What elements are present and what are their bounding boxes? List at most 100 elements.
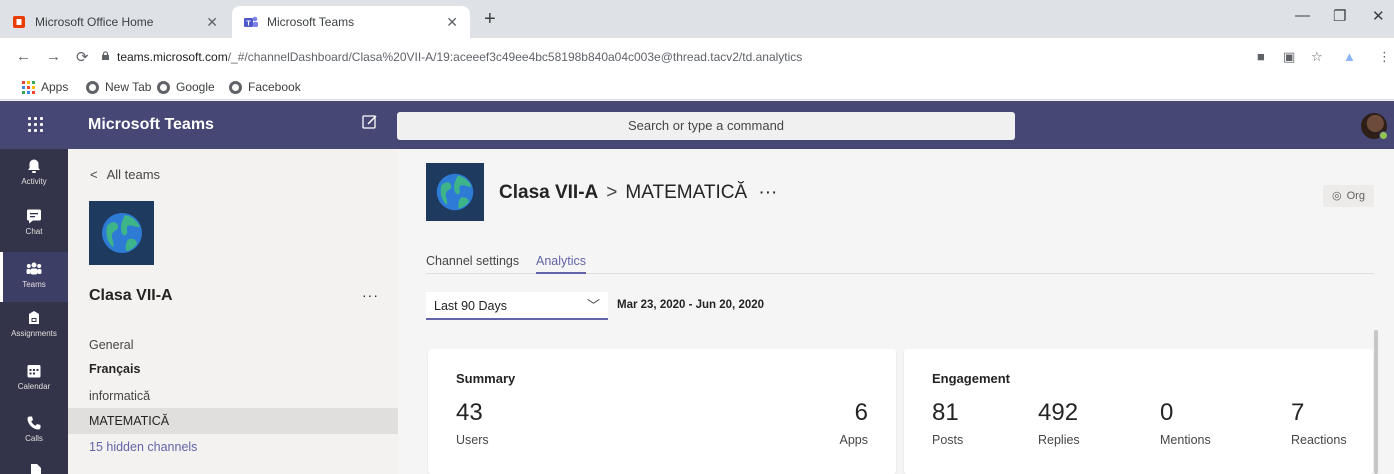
url-path: /_#/channelDashboard/Clasa%20VII-A/19:ac… [227, 50, 803, 64]
channel-item-francais[interactable]: Français [68, 356, 398, 382]
back-to-all-teams[interactable]: < All teams [90, 167, 160, 182]
bookmarks-bar: Apps New Tab Google Facebook [0, 76, 1394, 100]
rail-label: Assignments [11, 329, 57, 338]
tab-title: Microsoft Teams [267, 15, 355, 29]
bookmark-label: Google [176, 80, 215, 94]
metric-label: Users [456, 433, 489, 447]
bookmark-label: New Tab [105, 80, 152, 94]
compose-icon[interactable] [362, 114, 378, 130]
rail-label: Activity [21, 177, 47, 186]
channel-tabs: Channel settings Analytics [426, 250, 1374, 274]
metric-value: 492 [1038, 399, 1079, 426]
rail-item-chat[interactable]: Chat [0, 204, 68, 254]
browser-tab-teams[interactable]: T Microsoft Teams ✕ [232, 6, 470, 38]
extension-icon[interactable]: ▲ [1343, 49, 1356, 64]
rail-label: Calendar [17, 382, 51, 391]
globe-icon [436, 173, 474, 211]
metric-value: 43 [456, 399, 483, 426]
camera-icon[interactable]: ■ [1257, 49, 1265, 64]
org-label: Org [1346, 190, 1365, 202]
svg-text:T: T [246, 21, 251, 28]
apps-grid-icon [22, 80, 35, 94]
metric-label: Reactions [1291, 433, 1347, 447]
maximize-icon[interactable]: ❐ [1333, 7, 1346, 25]
globe-icon [157, 80, 170, 94]
summary-card: Summary 43 Users 6 Apps [428, 349, 896, 474]
close-window-icon[interactable]: ✕ [1372, 7, 1385, 25]
bell-icon [28, 159, 40, 173]
bookmark-apps[interactable]: Apps [22, 80, 68, 94]
teams-icon: T [244, 16, 258, 28]
metric-value: 7 [1291, 399, 1305, 426]
menu-icon[interactable]: ⋮ [1378, 49, 1391, 65]
tab-title: Microsoft Office Home [35, 15, 154, 29]
bookmark-new-tab[interactable]: New Tab [86, 80, 151, 94]
bookmark-label: Facebook [248, 80, 301, 94]
channel-more-options-icon[interactable]: ··· [758, 182, 777, 203]
back-arrow-icon[interactable]: ← [16, 48, 31, 65]
back-label: All teams [106, 167, 161, 182]
date-range-label: Mar 23, 2020 - Jun 20, 2020 [617, 299, 765, 311]
forward-arrow-icon[interactable]: → [46, 48, 61, 65]
files-icon[interactable] [29, 464, 41, 474]
channel-item-matematica[interactable]: MATEMATICĂ [68, 408, 398, 434]
period-dropdown[interactable]: Last 90 Days ﹀ [426, 292, 608, 320]
posts-metric: 81 Posts [932, 399, 963, 447]
chat-icon [27, 209, 41, 224]
close-tab-icon[interactable]: ✕ [206, 14, 218, 31]
phone-icon [27, 416, 41, 430]
star-icon[interactable]: ☆ [1311, 49, 1323, 65]
channel-analytics-main: Clasa VII-A > MATEMATICĂ ··· ◎ Org Channel … [398, 149, 1394, 474]
app-title: Microsoft Teams [88, 116, 214, 133]
channel-item-general[interactable]: General [68, 332, 398, 358]
browser-tab-office[interactable]: Microsoft Office Home ✕ [0, 6, 230, 38]
avatar[interactable] [1361, 113, 1388, 140]
teams-header: Microsoft Teams Search or type a command [0, 101, 1394, 149]
rail-item-calls[interactable]: Calls [0, 411, 68, 461]
engagement-card: Engagement 81 Posts 492 Replies 0 Mentio… [904, 349, 1373, 474]
chevron-left-icon: < [90, 167, 98, 182]
app-rail: Activity Chat Teams Assignments Calendar… [0, 149, 68, 474]
header-channel-name: MATEMATICĂ [625, 182, 748, 203]
engagement-title: Engagement [932, 371, 1011, 386]
rail-item-calendar[interactable]: Calendar [0, 359, 68, 409]
rail-item-teams[interactable]: Teams [0, 252, 68, 302]
globe-icon [101, 213, 142, 253]
chevron-down-icon: ﹀ [586, 298, 600, 313]
header-team-name[interactable]: Clasa VII-A [499, 182, 598, 203]
rail-item-activity[interactable]: Activity [0, 154, 68, 204]
bookmark-google[interactable]: Google [157, 80, 215, 94]
app-launcher-icon[interactable] [26, 115, 46, 135]
period-value: Last 90 Days [434, 299, 507, 313]
new-tab-icon[interactable]: + [484, 9, 496, 29]
metric-value: 0 [1160, 399, 1174, 426]
url-field[interactable]: teams.microsoft.com/_#/channelDashboard/… [117, 50, 802, 64]
address-bar: ← → ⟳ teams.microsoft.com/_#/channelDash… [0, 38, 1394, 76]
channel-item-informatica[interactable]: informatică [68, 383, 398, 409]
metric-value: 6 [854, 399, 868, 426]
tab-channel-settings[interactable]: Channel settings [426, 254, 519, 268]
minimize-icon[interactable]: — [1295, 7, 1310, 24]
close-tab-icon[interactable]: ✕ [446, 14, 458, 31]
team-avatar [89, 201, 154, 265]
translate-icon[interactable]: ▣ [1283, 49, 1295, 65]
rail-item-assignments[interactable]: Assignments [0, 306, 68, 356]
users-metric: 43 Users [456, 399, 489, 447]
reload-icon[interactable]: ⟳ [76, 48, 89, 66]
globe-icon [229, 80, 242, 94]
reactions-metric: 7 Reactions [1291, 399, 1347, 447]
metric-value: 81 [932, 399, 959, 426]
channel-team-avatar [426, 163, 484, 221]
hidden-channels-link[interactable]: 15 hidden channels [68, 434, 398, 460]
summary-title: Summary [456, 371, 516, 386]
lock-icon[interactable] [101, 51, 110, 60]
office-icon [13, 16, 25, 28]
team-more-options-icon[interactable]: ··· [362, 287, 379, 303]
channel-header-title: Clasa VII-A > MATEMATICĂ ··· [499, 182, 777, 204]
bookmark-facebook[interactable]: Facebook [229, 80, 301, 94]
mentions-metric: 0 Mentions [1160, 399, 1211, 447]
main-scrollbar[interactable] [1374, 330, 1378, 474]
org-button[interactable]: ◎ Org [1323, 185, 1374, 207]
search-input[interactable]: Search or type a command [397, 112, 1015, 140]
tab-analytics[interactable]: Analytics [536, 254, 587, 274]
